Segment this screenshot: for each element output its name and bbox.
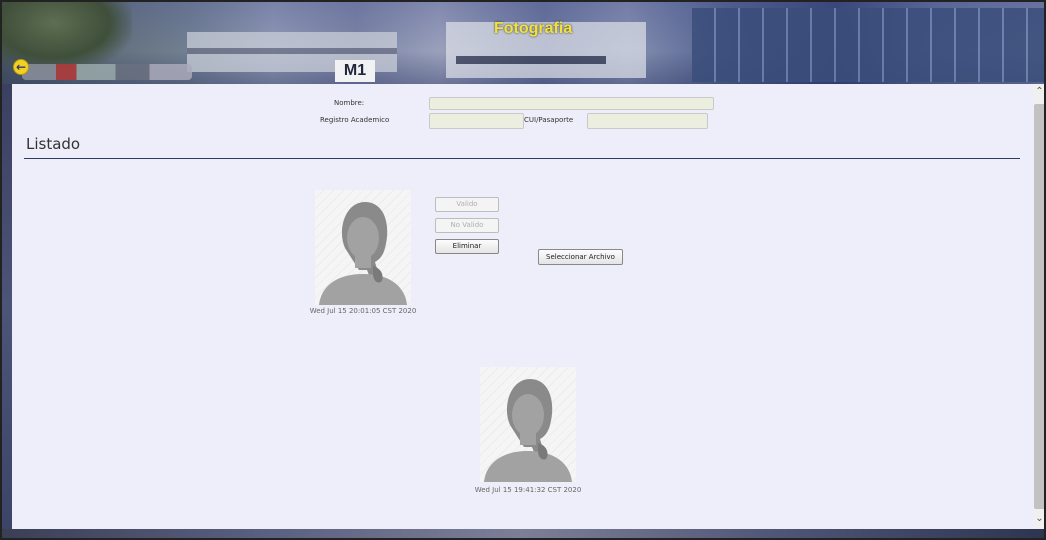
nombre-label: Nombre: — [334, 99, 365, 107]
photo-timestamp-2: Wed Jul 15 19:41:32 CST 2020 — [474, 486, 582, 494]
vertical-scrollbar[interactable]: ⌃ ⌄ — [1033, 84, 1044, 529]
photo-timestamp-1: Wed Jul 15 20:01:05 CST 2020 — [309, 307, 417, 315]
female-avatar-icon — [319, 202, 407, 305]
header-banner: M1 Fotografia ← — [2, 2, 1044, 84]
listado-heading: Listado — [26, 135, 81, 153]
banner-cars — [22, 64, 192, 80]
cui-pasaporte-label: CUI/Pasaporte — [524, 116, 574, 124]
app-frame: M1 Fotografia ← Nombre: Registro Academi… — [0, 0, 1046, 540]
arrow-left-icon: ← — [15, 60, 27, 74]
photo-thumbnail-1[interactable] — [315, 190, 411, 305]
eliminar-button[interactable]: Eliminar — [435, 239, 499, 254]
registro-academico-label: Registro Academico — [320, 116, 390, 124]
left-background-strip — [2, 84, 12, 529]
nombre-field[interactable] — [429, 97, 714, 110]
back-button[interactable]: ← — [13, 59, 29, 75]
page-title: Fotografia — [494, 20, 573, 37]
section-divider — [24, 158, 1020, 159]
cui-pasaporte-field[interactable] — [587, 113, 708, 129]
chevron-up-icon[interactable]: ⌃ — [1033, 86, 1044, 100]
scrollbar-thumb[interactable] — [1034, 104, 1044, 509]
banner-sign: M1 — [335, 60, 375, 82]
main-panel: Nombre: Registro Academico CUI/Pasaporte… — [12, 84, 1033, 529]
no-valido-button[interactable]: No Valido — [435, 218, 499, 233]
female-avatar-icon — [484, 379, 572, 482]
registro-academico-field[interactable] — [429, 113, 524, 129]
seleccionar-archivo-button[interactable]: Seleccionar Archivo — [538, 249, 623, 265]
bottom-background-strip — [2, 529, 1044, 538]
photo-thumbnail-2[interactable] — [480, 367, 576, 482]
chevron-down-icon[interactable]: ⌄ — [1033, 513, 1044, 527]
valido-button[interactable]: Valido — [435, 197, 499, 212]
banner-glass-building — [692, 8, 1044, 82]
